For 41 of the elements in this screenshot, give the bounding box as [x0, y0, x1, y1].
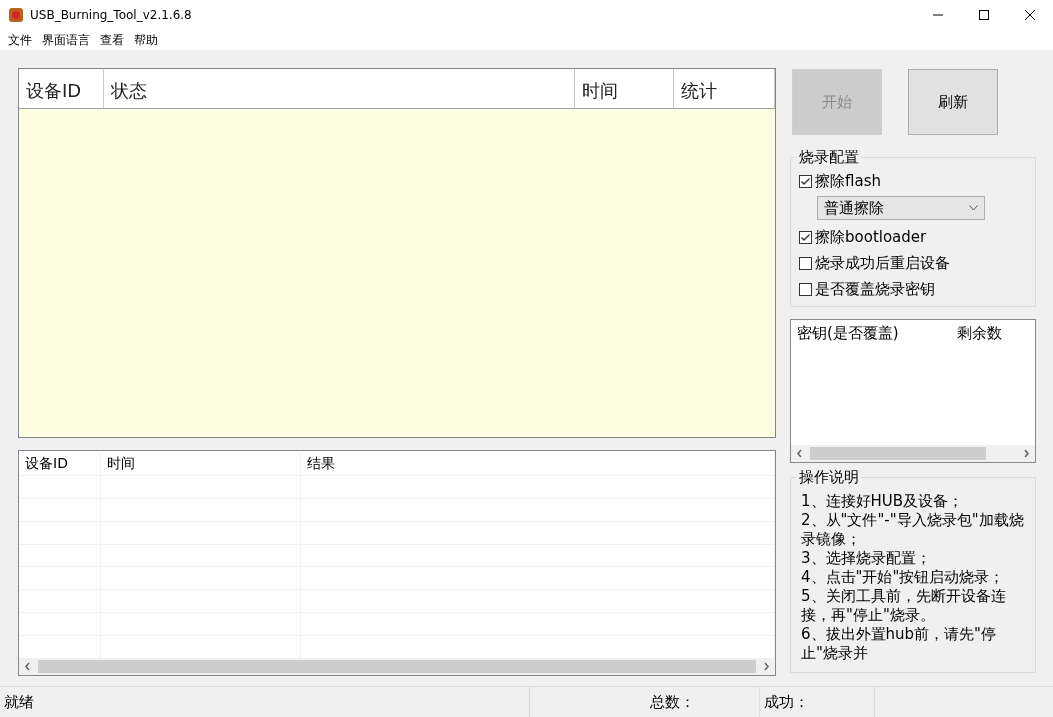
app-icon — [8, 7, 24, 23]
column-header[interactable]: 时间 — [101, 451, 301, 475]
column-header[interactable]: 状态 — [103, 69, 575, 108]
checkbox[interactable] — [799, 256, 812, 270]
column-header[interactable]: 设备ID — [19, 69, 104, 108]
status-text: 总数： — [530, 687, 760, 717]
menu-item[interactable]: 界面语言 — [38, 31, 96, 49]
checkbox-label[interactable]: 烧录成功后重启设备 — [815, 253, 950, 273]
column-header[interactable]: 设备ID — [19, 451, 101, 475]
checkbox-label[interactable]: 是否覆盖烧录密钥 — [815, 279, 935, 299]
close-icon — [1025, 10, 1035, 20]
checkbox[interactable] — [799, 230, 812, 244]
instruction-step: 6、拔出外置hub前，请先"停止"烧录并 — [801, 625, 1029, 663]
window-title: USB_Burning_Tool_v2.1.6.8 — [30, 8, 193, 22]
instruction-step: 1、连接好HUB及设备； — [801, 492, 1029, 511]
checkbox[interactable] — [799, 282, 812, 296]
scrollbar-thumb[interactable] — [38, 660, 756, 673]
menu-item[interactable]: 文件 — [4, 31, 38, 49]
checkbox[interactable] — [799, 174, 812, 188]
instruction-step: 3、选择烧录配置； — [801, 549, 1029, 568]
erase-mode-dropdown[interactable]: 普通擦除 — [817, 196, 985, 220]
status-text: 成功： — [760, 687, 875, 717]
column-header[interactable]: 结果 — [301, 451, 775, 475]
chevron-down-icon — [969, 205, 978, 211]
maximize-icon — [979, 10, 989, 20]
instruction-step: 2、从"文件"-"导入烧录包"加载烧录镜像； — [801, 511, 1029, 549]
column-header[interactable]: 时间 — [574, 69, 675, 108]
checkbox-label[interactable]: 擦除bootloader — [815, 227, 927, 247]
group-title: 烧录配置 — [797, 148, 861, 167]
column-header[interactable]: 密钥(是否覆盖) — [791, 320, 951, 346]
checkbox-label[interactable]: 擦除flash — [815, 171, 881, 191]
instruction-step: 4、点击"开始"按钮启动烧录； — [801, 568, 1029, 587]
scrollbar-thumb[interactable] — [810, 447, 986, 460]
menu-item[interactable]: 帮助 — [130, 31, 164, 49]
column-header[interactable]: 剩余数 — [951, 320, 1031, 346]
action-button[interactable]: 刷新 — [908, 69, 998, 135]
instruction-step: 5、关闭工具前，先断开设备连接，再"停止"烧录。 — [801, 587, 1029, 625]
column-header[interactable]: 统计 — [674, 69, 775, 108]
status-text: 就绪 — [0, 687, 530, 717]
menu-item[interactable]: 查看 — [96, 31, 130, 49]
group-title: 操作说明 — [797, 468, 861, 487]
